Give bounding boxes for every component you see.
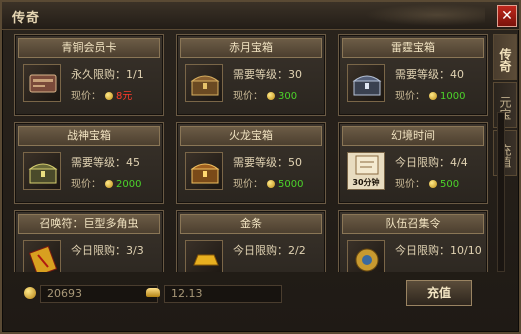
card-icon bbox=[23, 64, 61, 102]
talisman-icon bbox=[23, 240, 61, 272]
price-value: 300 bbox=[278, 91, 298, 102]
item-name: 火龙宝箱 bbox=[180, 126, 322, 146]
gold-bar-icon bbox=[185, 240, 223, 272]
price-label: 现价： bbox=[395, 179, 425, 190]
footer-bar: 20693 12.13 充值 bbox=[10, 278, 496, 310]
scrollbar[interactable] bbox=[497, 112, 505, 272]
price-row: 现价： 1000 bbox=[395, 87, 465, 102]
item-name: 队伍召集令 bbox=[342, 214, 484, 234]
item-name: 赤月宝箱 bbox=[180, 38, 322, 58]
dragon-ornament-icon bbox=[365, 4, 485, 26]
price-label: 现价： bbox=[233, 179, 263, 190]
price-value: 5000 bbox=[278, 179, 304, 190]
item-card[interactable]: 赤月宝箱 需要等级：30 现价： 300 bbox=[176, 34, 326, 116]
item-name: 战神宝箱 bbox=[18, 126, 160, 146]
price-label: 现价： bbox=[71, 179, 101, 190]
tab-legend[interactable]: 传奇 bbox=[493, 34, 517, 80]
item-card[interactable]: 战神宝箱 需要等级：45 现价： 2000 bbox=[14, 122, 164, 204]
item-name: 幻境时间 bbox=[342, 126, 484, 146]
price-row: 现价： 8元 bbox=[71, 87, 132, 102]
close-button[interactable]: ✕ bbox=[497, 5, 517, 27]
coin-icon bbox=[429, 92, 437, 100]
item-name: 青铜会员卡 bbox=[18, 38, 160, 58]
coin-icon bbox=[267, 92, 275, 100]
summon-order-icon bbox=[347, 240, 385, 272]
price-row: 现价： 500 bbox=[395, 175, 459, 190]
recharge-button[interactable]: 充值 bbox=[406, 280, 472, 306]
chest-icon bbox=[185, 64, 223, 102]
price-row: 现价： 2000 bbox=[71, 175, 141, 190]
scroll-duration-label: 30分钟 bbox=[352, 178, 380, 187]
item-name: 金条 bbox=[180, 214, 322, 234]
price-value: 500 bbox=[440, 179, 460, 190]
item-card[interactable]: 青铜会员卡 永久限购：1/1 现价： 8元 bbox=[14, 34, 164, 116]
coin-icon bbox=[267, 180, 275, 188]
level-requirement: 需要等级：40 bbox=[395, 68, 464, 81]
price-value: 8元 bbox=[116, 91, 133, 102]
title-bar: 传奇 ✕ bbox=[2, 2, 519, 30]
level-requirement: 需要等级：50 bbox=[233, 156, 302, 169]
coin-icon bbox=[429, 180, 437, 188]
scroll-icon: 30分钟 bbox=[347, 152, 385, 190]
shop-window: 传奇 ✕ 传奇 元宝 充值 青铜会员卡 永久限购：1/1 现价： 8元 赤月宝箱 … bbox=[0, 0, 521, 334]
coin-icon bbox=[105, 180, 113, 188]
item-card[interactable]: 火龙宝箱 需要等级：50 现价： 5000 bbox=[176, 122, 326, 204]
window-title: 传奇 bbox=[12, 11, 41, 26]
purchase-limit: 永久限购：1/1 bbox=[71, 68, 144, 81]
price-label: 现价： bbox=[395, 91, 425, 102]
price-value: 2000 bbox=[116, 179, 142, 190]
purchase-limit: 今日限购：2/2 bbox=[233, 244, 306, 257]
level-requirement: 需要等级：30 bbox=[233, 68, 302, 81]
purchase-limit: 今日限购：10/10 bbox=[395, 244, 482, 257]
item-card[interactable]: 队伍召集令 今日限购：10/10 bbox=[338, 210, 488, 272]
ingot-balance: 12.13 bbox=[164, 285, 282, 303]
item-card[interactable]: 幻境时间 30分钟 今日限购：4/4 现价： 500 bbox=[338, 122, 488, 204]
chest-icon bbox=[23, 152, 61, 190]
coin-icon bbox=[105, 92, 113, 100]
price-row: 现价： 5000 bbox=[233, 175, 303, 190]
item-grid: 青铜会员卡 永久限购：1/1 现价： 8元 赤月宝箱 需要等级：30 现价： 300… bbox=[10, 32, 496, 272]
gold-coin-icon bbox=[24, 287, 36, 299]
price-value: 1000 bbox=[440, 91, 466, 102]
ingot-icon bbox=[146, 288, 160, 297]
chest-icon bbox=[185, 152, 223, 190]
price-label: 现价： bbox=[71, 91, 101, 102]
price-row: 现价： 300 bbox=[233, 87, 297, 102]
item-name: 召唤符：巨型多角虫 bbox=[18, 214, 160, 234]
purchase-limit: 今日限购：3/3 bbox=[71, 244, 144, 257]
item-card[interactable]: 召唤符：巨型多角虫 今日限购：3/3 bbox=[14, 210, 164, 272]
chest-icon bbox=[347, 64, 385, 102]
gold-balance: 20693 bbox=[40, 285, 158, 303]
item-name: 雷霆宝箱 bbox=[342, 38, 484, 58]
price-label: 现价： bbox=[233, 91, 263, 102]
item-card[interactable]: 雷霆宝箱 需要等级：40 现价： 1000 bbox=[338, 34, 488, 116]
purchase-limit: 今日限购：4/4 bbox=[395, 156, 468, 169]
level-requirement: 需要等级：45 bbox=[71, 156, 140, 169]
item-card[interactable]: 金条 今日限购：2/2 bbox=[176, 210, 326, 272]
